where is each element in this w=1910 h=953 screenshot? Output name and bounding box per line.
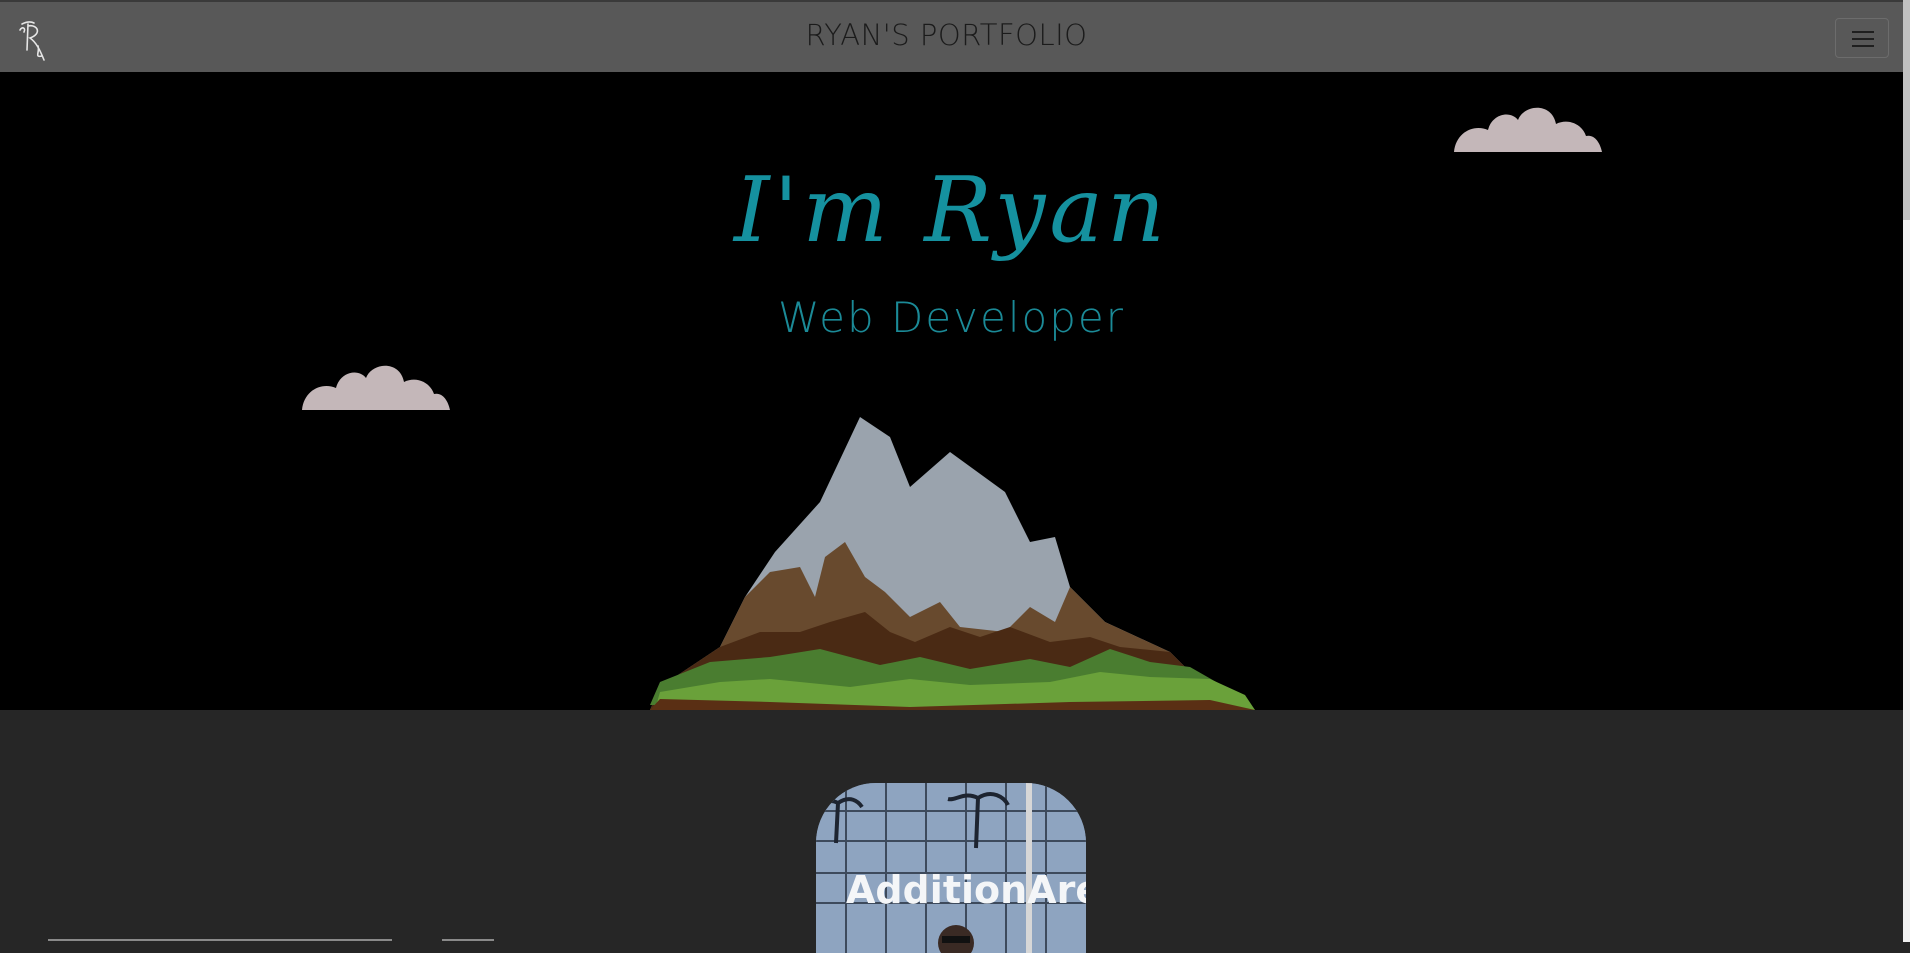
hero-title: I'm Ryan [734, 158, 1169, 263]
brand-title[interactable]: RYAN'S PORTFOLIO [0, 18, 1893, 52]
menu-toggle-button[interactable] [1835, 18, 1889, 58]
mountain-illustration [650, 417, 1255, 710]
arena-photo-image: AdditionAre [816, 783, 1086, 953]
about-section: AdditionAre [0, 710, 1903, 953]
svg-text:AdditionAre: AdditionAre [846, 868, 1086, 912]
hero-section: I'm Ryan Web Developer [0, 72, 1903, 710]
cloud-icon [1454, 107, 1602, 152]
hero-subtitle: Web Developer [778, 293, 1125, 342]
navbar: RYAN'S PORTFOLIO [0, 0, 1903, 72]
profile-photo: AdditionAre [816, 783, 1086, 953]
divider [48, 939, 392, 941]
divider [442, 939, 494, 941]
scrollbar[interactable] [1903, 0, 1910, 942]
cloud-icon [302, 365, 450, 410]
scrollbar-thumb[interactable] [1903, 0, 1910, 220]
